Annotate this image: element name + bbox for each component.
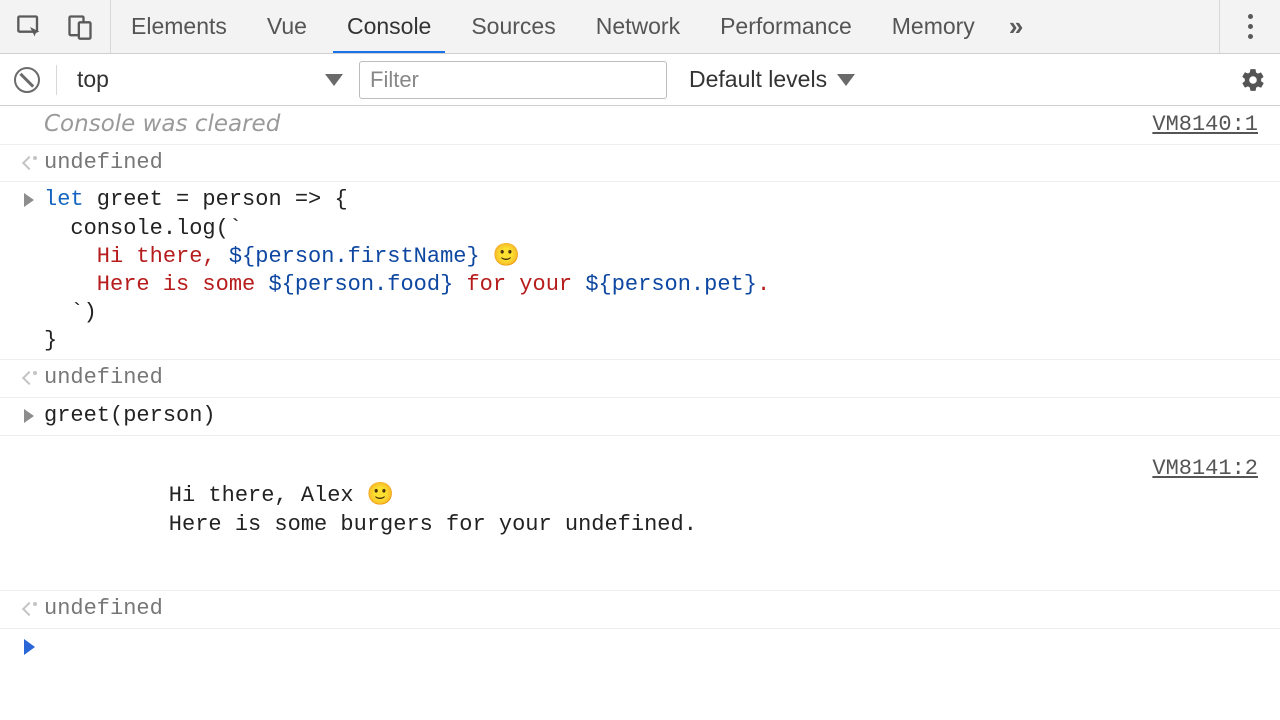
return-arrow-icon bbox=[24, 153, 34, 175]
clear-console-icon[interactable] bbox=[14, 67, 40, 93]
return-arrow-icon bbox=[24, 599, 34, 621]
levels-label: Default levels bbox=[689, 66, 827, 93]
execution-context-select[interactable]: top bbox=[73, 66, 343, 93]
return-arrow-icon bbox=[24, 368, 34, 390]
tab-elements[interactable]: Elements bbox=[111, 0, 247, 53]
prompt-arrow-icon bbox=[24, 639, 35, 655]
log-levels-select[interactable]: Default levels bbox=[689, 66, 855, 93]
console-row-cleared: Console was cleared VM8140:1 bbox=[0, 106, 1280, 145]
context-label: top bbox=[77, 66, 109, 93]
separator bbox=[56, 65, 57, 95]
tab-performance[interactable]: Performance bbox=[700, 0, 872, 53]
tab-network[interactable]: Network bbox=[576, 0, 700, 53]
console-row-input: greet(person) bbox=[0, 398, 1280, 436]
console-output: Console was cleared VM8140:1 undefined l… bbox=[0, 106, 1280, 663]
console-toolbar: top Default levels bbox=[0, 54, 1280, 106]
tab-console[interactable]: Console bbox=[327, 0, 451, 53]
input-arrow-icon bbox=[24, 193, 34, 207]
console-row-return: undefined bbox=[0, 360, 1280, 398]
dropdown-caret-icon bbox=[325, 74, 343, 86]
log-text: Hi there, Alex 🙂 Here is some burgers fo… bbox=[30, 454, 1152, 568]
console-row-return: undefined bbox=[0, 145, 1280, 183]
tab-sources[interactable]: Sources bbox=[451, 0, 575, 53]
code-input: greet(person) bbox=[44, 402, 1258, 431]
tabbar-menu bbox=[1219, 0, 1280, 53]
code-input: let greet = person => { console.log(` Hi… bbox=[44, 186, 1258, 355]
return-value: undefined bbox=[44, 595, 1258, 624]
tab-vue[interactable]: Vue bbox=[247, 0, 327, 53]
source-link[interactable]: VM8141:2 bbox=[1152, 454, 1258, 481]
tab-memory[interactable]: Memory bbox=[872, 0, 995, 53]
console-prompt[interactable] bbox=[0, 629, 1280, 663]
console-row-log: Hi there, Alex 🙂 Here is some burgers fo… bbox=[0, 436, 1280, 591]
device-toggle-icon[interactable] bbox=[64, 11, 96, 43]
source-link[interactable]: VM8140:1 bbox=[1152, 110, 1258, 137]
tabs-overflow-button[interactable]: » bbox=[995, 0, 1037, 53]
panel-tabs: Elements Vue Console Sources Network Per… bbox=[111, 0, 1219, 53]
return-value: undefined bbox=[44, 149, 1258, 178]
console-row-return: undefined bbox=[0, 591, 1280, 629]
filter-input[interactable] bbox=[359, 61, 667, 99]
inspect-element-icon[interactable] bbox=[14, 11, 46, 43]
cleared-message: Console was cleared bbox=[44, 110, 1152, 140]
devtools-tabbar: Elements Vue Console Sources Network Per… bbox=[0, 0, 1280, 54]
console-settings-icon[interactable] bbox=[1240, 67, 1266, 93]
chevrons-icon: » bbox=[1009, 11, 1017, 42]
kebab-menu-icon[interactable] bbox=[1238, 11, 1262, 43]
return-value: undefined bbox=[44, 364, 1258, 393]
dropdown-caret-icon bbox=[837, 74, 855, 86]
tabbar-tools bbox=[0, 0, 111, 53]
console-row-input: let greet = person => { console.log(` Hi… bbox=[0, 182, 1280, 360]
input-arrow-icon bbox=[24, 409, 34, 423]
